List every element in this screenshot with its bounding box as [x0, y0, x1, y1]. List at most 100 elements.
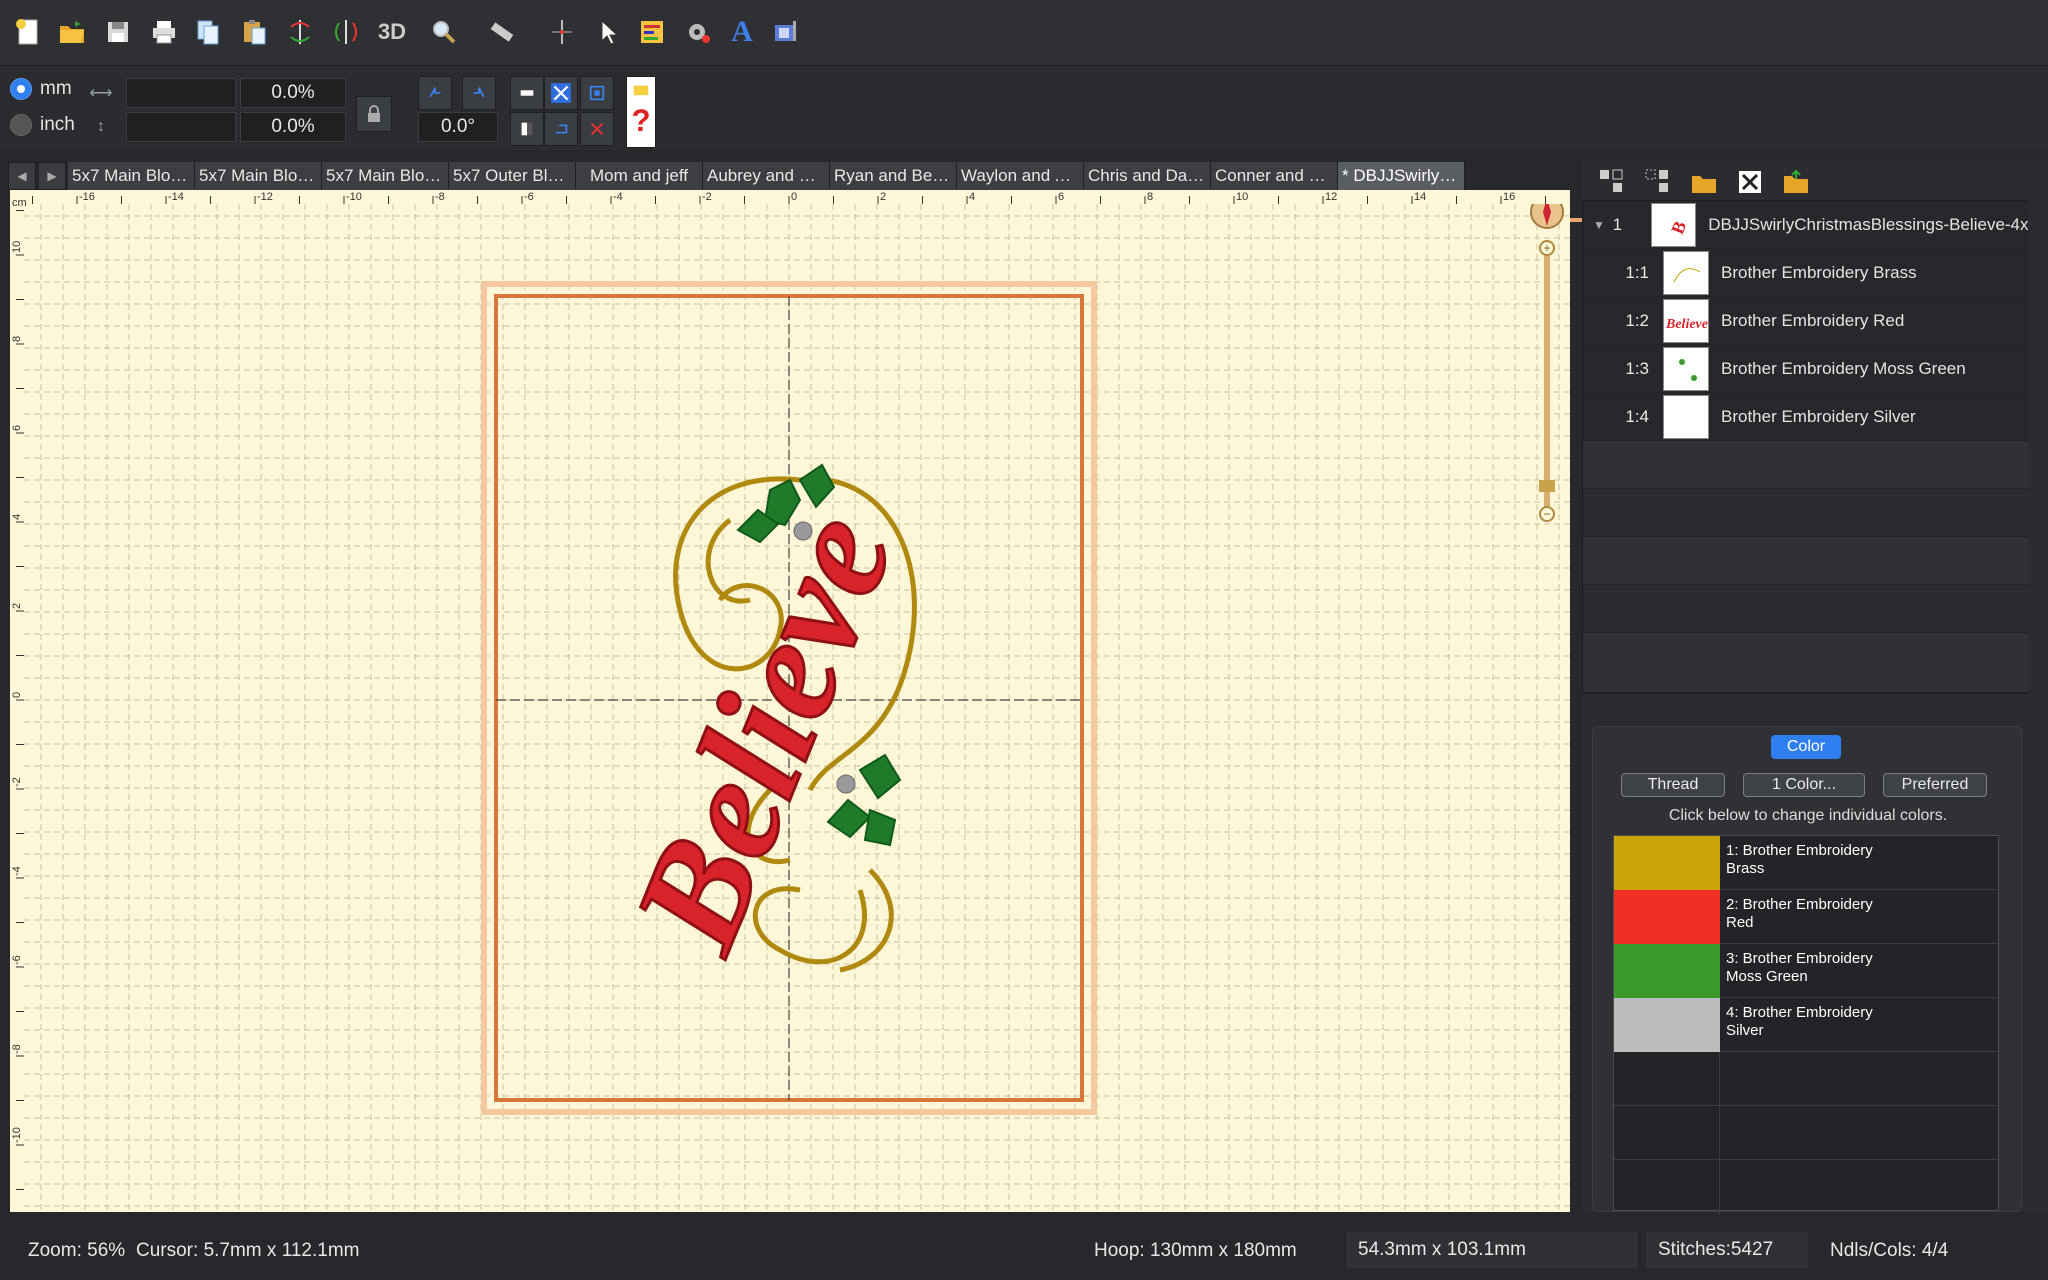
- needle-point-icon[interactable]: [544, 14, 580, 50]
- tab-doc-4[interactable]: 5x7 Outer Blo...: [449, 162, 576, 190]
- tab-color[interactable]: Color: [1771, 735, 1841, 759]
- expand-chevron-icon[interactable]: ▼: [1593, 218, 1609, 232]
- height-percent-input[interactable]: 0.0%: [240, 112, 346, 142]
- tab-doc-7[interactable]: Ryan and Becca: [830, 162, 957, 190]
- tab-scroll-left[interactable]: ◀: [8, 162, 36, 190]
- preferred-button[interactable]: Preferred: [1883, 773, 1987, 797]
- tree-row-child-3[interactable]: 1:3 Brother Embroidery Moss Green: [1583, 345, 2029, 393]
- new-icon[interactable]: [10, 14, 46, 50]
- ungroup-designs-icon[interactable]: [1638, 164, 1678, 200]
- mirror-vertical-icon[interactable]: [282, 14, 318, 50]
- tree-row-child-2[interactable]: 1:2 Believe Brother Embroidery Red: [1583, 297, 2029, 345]
- swatch-row-1[interactable]: 1: Brother Embroidery Brass: [1614, 836, 2000, 890]
- text-icon[interactable]: A: [724, 14, 760, 50]
- split-design-button[interactable]: [580, 112, 614, 146]
- color-swatch[interactable]: [1614, 998, 1720, 1052]
- main-toolbar: 3D A: [0, 0, 2048, 66]
- align-left-button[interactable]: [510, 112, 544, 146]
- width-percent-input[interactable]: 0.0%: [240, 78, 346, 108]
- delete-design-icon[interactable]: [1730, 164, 1770, 200]
- align-top-button[interactable]: [510, 76, 544, 110]
- svg-text:6: 6: [11, 425, 23, 431]
- tree-empty-row: [1583, 537, 2029, 585]
- tab-doc-6[interactable]: Aubrey and Bri...: [703, 162, 830, 190]
- center-design-button[interactable]: [544, 76, 578, 110]
- swatch-row-4[interactable]: 4: Brother Embroidery Silver: [1614, 998, 2000, 1052]
- tab-doc-10[interactable]: Conner and M...: [1211, 162, 1338, 190]
- print-icon[interactable]: [146, 14, 182, 50]
- radio-inch-indicator[interactable]: [10, 114, 32, 136]
- silver-bead-bottom[interactable]: [836, 774, 856, 794]
- design-canvas[interactable]: Believe + − N -16-14-12-10-8-6-4-2024681…: [10, 190, 1570, 1212]
- svg-text:2: 2: [880, 191, 886, 203]
- color-swatch[interactable]: [1614, 944, 1720, 998]
- swatch-empty-row: [1614, 1052, 2000, 1106]
- right-panel: ▼ 1 B DBJJSwirlyChristmasBlessings-Belie…: [1582, 160, 2048, 1214]
- stitch-order-button[interactable]: [544, 112, 578, 146]
- unit-mm-radio[interactable]: mm: [10, 78, 72, 100]
- save-icon[interactable]: [100, 14, 136, 50]
- rotate-left-button[interactable]: [418, 76, 452, 110]
- tab-doc-9[interactable]: Chris and Dani...: [1084, 162, 1211, 190]
- radio-mm-indicator[interactable]: [10, 78, 32, 100]
- tab-doc-active[interactable]: * DBJJSwirlyC...: [1338, 162, 1465, 190]
- zoom-slider[interactable]: + −: [1539, 240, 1555, 522]
- svg-text:-2: -2: [702, 191, 712, 203]
- stitch-count-status: Stitches:5427: [1646, 1232, 1808, 1268]
- swatch-row-2[interactable]: 2: Brother Embroidery Red: [1614, 890, 2000, 944]
- thread-button[interactable]: Thread: [1621, 773, 1725, 797]
- lock-aspect-button[interactable]: [356, 96, 392, 132]
- export-folder-icon[interactable]: [1776, 164, 1816, 200]
- canvas-drawing[interactable]: Believe + − N -16-14-12-10-8-6-4-2024681…: [10, 190, 1570, 1212]
- width-dimension-icon: ⟷: [89, 85, 113, 102]
- tree-child-thumbnail: Believe: [1663, 298, 1709, 343]
- open-icon[interactable]: [54, 14, 90, 50]
- svg-text:-14: -14: [168, 191, 184, 203]
- measure-icon[interactable]: [484, 14, 520, 50]
- paste-icon[interactable]: [236, 14, 272, 50]
- hoop-status: Hoop: 130mm x 180mm: [1094, 1240, 1297, 1261]
- stitch-order-icon: [555, 124, 568, 134]
- scissors-icon: [590, 122, 604, 136]
- fit-hoop-button[interactable]: [580, 76, 614, 110]
- group-designs-icon[interactable]: [1592, 164, 1632, 200]
- tree-row-child-1[interactable]: 1:1 Brother Embroidery Brass: [1583, 249, 2029, 297]
- tab-doc-5[interactable]: Mom and jeff: [576, 162, 703, 190]
- color-swatch[interactable]: [1614, 890, 1720, 944]
- swatch-empty-row: [1614, 1106, 2000, 1160]
- tree-child-thumbnail: [1663, 250, 1709, 295]
- width-input[interactable]: [126, 78, 236, 108]
- unit-mm-label: mm: [40, 78, 72, 99]
- select-icon[interactable]: [590, 14, 626, 50]
- 3d-view-icon[interactable]: 3D: [374, 14, 410, 50]
- rotation-input[interactable]: 0.0°: [418, 112, 498, 142]
- realistic-preview-icon[interactable]: [634, 14, 670, 50]
- tab-doc-3[interactable]: 5x7 Main Bloc...: [322, 162, 449, 190]
- hoop-icon[interactable]: [768, 14, 804, 50]
- color-swatch-list: 1: Brother Embroidery Brass 2: Brother Em…: [1613, 835, 2000, 1214]
- zoom-slider-thumb[interactable]: [1539, 480, 1555, 492]
- tab-doc-8[interactable]: Waylon and As...: [957, 162, 1084, 190]
- svg-text:-12: -12: [257, 191, 273, 203]
- tree-child-name: Brother Embroidery Moss Green: [1721, 358, 1966, 378]
- copy-icon[interactable]: [190, 14, 226, 50]
- one-color-button[interactable]: 1 Color...: [1743, 773, 1865, 797]
- help-button[interactable]: ?: [626, 76, 656, 148]
- height-input[interactable]: [126, 112, 236, 142]
- mirror-horizontal-icon[interactable]: [328, 14, 364, 50]
- tab-scroll-right[interactable]: ▶: [38, 162, 66, 190]
- tab-doc-1[interactable]: 5x7 Main Bloc...: [68, 162, 195, 190]
- design-list-toolbar: [1592, 164, 1816, 200]
- svg-text:-8: -8: [435, 191, 445, 203]
- tree-row-child-4[interactable]: 1:4 Brother Embroidery Silver: [1583, 393, 2029, 441]
- rotate-right-button[interactable]: [462, 76, 496, 110]
- tab-doc-2[interactable]: 5x7 Main Bloc...: [195, 162, 322, 190]
- zoom-icon[interactable]: [426, 14, 462, 50]
- swatch-row-3[interactable]: 3: Brother Embroidery Moss Green: [1614, 944, 2000, 998]
- settings-icon[interactable]: [680, 14, 716, 50]
- tree-row-root[interactable]: ▼ 1 B DBJJSwirlyChristmasBlessings-Belie…: [1583, 201, 2029, 249]
- color-swatch[interactable]: [1614, 836, 1720, 890]
- unit-inch-radio[interactable]: inch: [10, 114, 75, 136]
- design-believe-text[interactable]: Believe: [600, 490, 926, 974]
- open-folder-icon[interactable]: [1684, 164, 1724, 200]
